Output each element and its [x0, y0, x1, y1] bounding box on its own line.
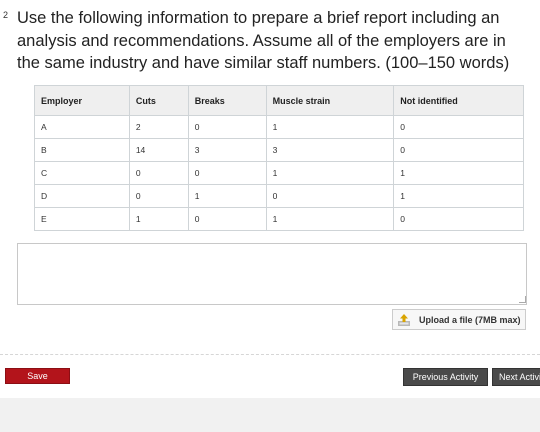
table-row: E 1 0 1 0	[34, 207, 524, 231]
cell-breaks: 0	[187, 161, 267, 185]
section-divider	[0, 354, 540, 355]
cell-employer: D	[34, 184, 130, 208]
cell-not-identified: 0	[393, 115, 524, 139]
cell-cuts: 1	[128, 207, 189, 231]
answer-textarea[interactable]	[17, 243, 527, 305]
injury-data-table: Employer Cuts Breaks Muscle strain Not i…	[34, 85, 524, 231]
table-row: C 0 0 1 1	[34, 161, 524, 185]
cell-cuts: 0	[128, 184, 189, 208]
cell-muscle-strain: 3	[265, 138, 395, 162]
cell-breaks: 1	[187, 184, 267, 208]
cell-muscle-strain: 1	[265, 207, 395, 231]
table-row: D 0 1 0 1	[34, 184, 524, 208]
cell-muscle-strain: 1	[265, 161, 395, 185]
cell-employer: C	[34, 161, 130, 185]
cell-employer: E	[34, 207, 130, 231]
table-row: B 14 3 3 0	[34, 138, 524, 162]
cell-not-identified: 0	[393, 207, 524, 231]
cell-muscle-strain: 1	[265, 115, 395, 139]
cell-cuts: 2	[128, 115, 189, 139]
footer-bar	[0, 398, 540, 432]
activity-page: 2 Use the following information to prepa…	[0, 0, 540, 432]
cell-breaks: 0	[187, 115, 267, 139]
textarea-resize-handle[interactable]	[519, 296, 526, 303]
table-header-row: Employer Cuts Breaks Muscle strain Not i…	[34, 85, 524, 116]
upload-file-button[interactable]: Upload a file (7MB max)	[392, 309, 526, 330]
table-row: A 2 0 1 0	[34, 115, 524, 139]
cell-employer: A	[34, 115, 130, 139]
cell-employer: B	[34, 138, 130, 162]
cell-not-identified: 0	[393, 138, 524, 162]
next-activity-button[interactable]: Next Activity	[492, 368, 540, 386]
header-muscle-strain: Muscle strain	[265, 85, 395, 116]
cell-not-identified: 1	[393, 184, 524, 208]
question-prompt: Use the following information to prepare…	[17, 9, 510, 72]
cell-cuts: 14	[128, 138, 189, 162]
header-cuts: Cuts	[128, 85, 189, 116]
header-not-identified: Not identified	[393, 85, 524, 116]
header-employer: Employer	[34, 85, 130, 116]
cell-muscle-strain: 0	[265, 184, 395, 208]
cell-breaks: 3	[187, 138, 267, 162]
header-breaks: Breaks	[187, 85, 267, 116]
upload-icon	[397, 313, 411, 327]
cell-not-identified: 1	[393, 161, 524, 185]
previous-activity-button[interactable]: Previous Activity	[403, 368, 488, 386]
cell-breaks: 0	[187, 207, 267, 231]
save-button[interactable]: Save	[5, 368, 70, 384]
upload-button-label: Upload a file (7MB max)	[419, 314, 521, 325]
question-number: 2	[3, 10, 9, 20]
cell-cuts: 0	[128, 161, 189, 185]
